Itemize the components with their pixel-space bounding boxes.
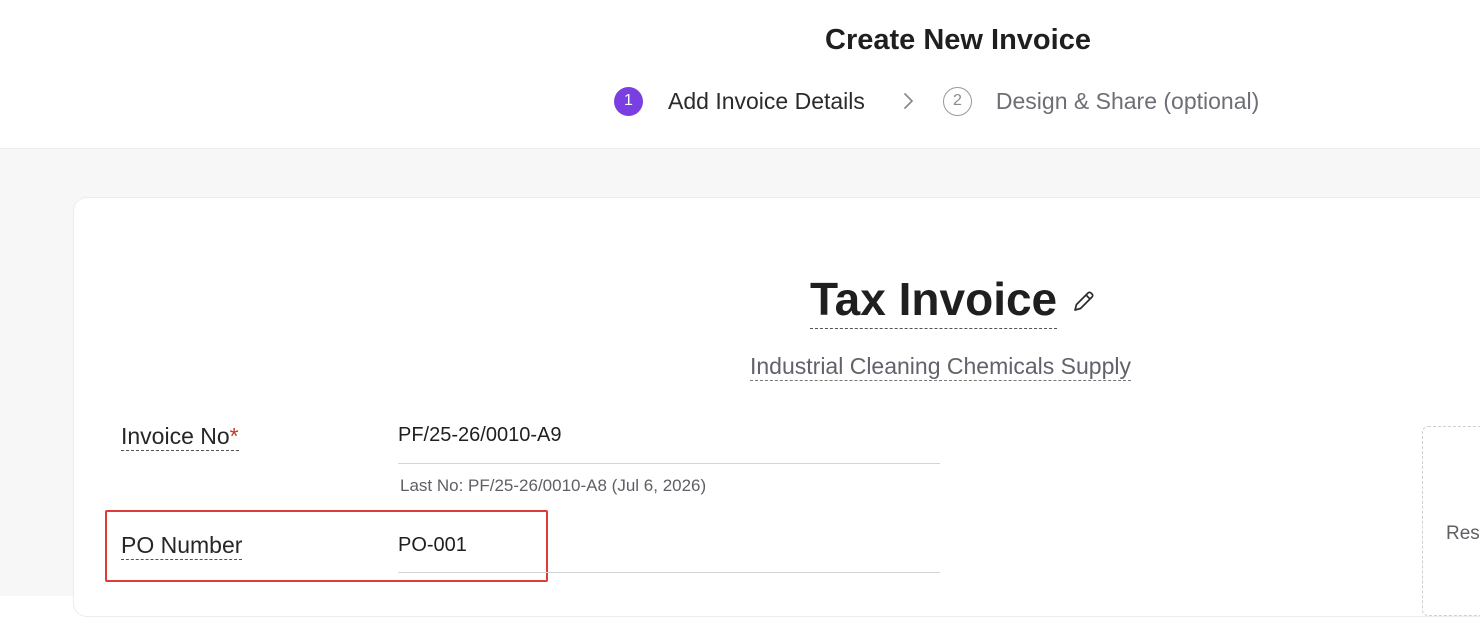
side-upload-panel[interactable] xyxy=(1422,426,1480,616)
required-mark: * xyxy=(229,423,239,449)
invoice-no-underline xyxy=(398,463,940,464)
chevron-right-icon xyxy=(903,91,915,111)
invoice-no-input[interactable]: PF/25-26/0010-A9 xyxy=(398,424,561,447)
pencil-icon[interactable] xyxy=(1071,288,1097,314)
step-2-indicator[interactable]: 2 xyxy=(942,86,972,116)
stepper: 1 Add Invoice Details 2 Design & Share (… xyxy=(614,86,1259,116)
side-panel-text: Res xyxy=(1446,523,1480,544)
step-2-label[interactable]: Design & Share (optional) xyxy=(996,88,1259,115)
step-1-label[interactable]: Add Invoice Details xyxy=(668,88,865,115)
invoice-no-label[interactable]: Invoice No* xyxy=(121,422,239,451)
invoice-title[interactable]: Tax Invoice xyxy=(810,272,1058,329)
invoice-title-group: Tax Invoice xyxy=(810,272,1097,329)
page-title: Create New Invoice xyxy=(825,24,1091,56)
po-number-label[interactable]: PO Number xyxy=(121,531,243,560)
po-number-underline xyxy=(398,572,940,573)
top-bar: Create New Invoice 1 Add Invoice Details… xyxy=(0,0,1480,149)
invoice-no-label-text: Invoice No xyxy=(121,423,230,449)
po-number-input[interactable]: PO-001 xyxy=(398,534,467,557)
invoice-no-hint: Last No: PF/25-26/0010-A8 (Jul 6, 2026) xyxy=(400,476,707,495)
invoice-subtitle[interactable]: Industrial Cleaning Chemicals Supply xyxy=(750,352,1131,381)
step-1-indicator[interactable]: 1 xyxy=(614,86,643,116)
